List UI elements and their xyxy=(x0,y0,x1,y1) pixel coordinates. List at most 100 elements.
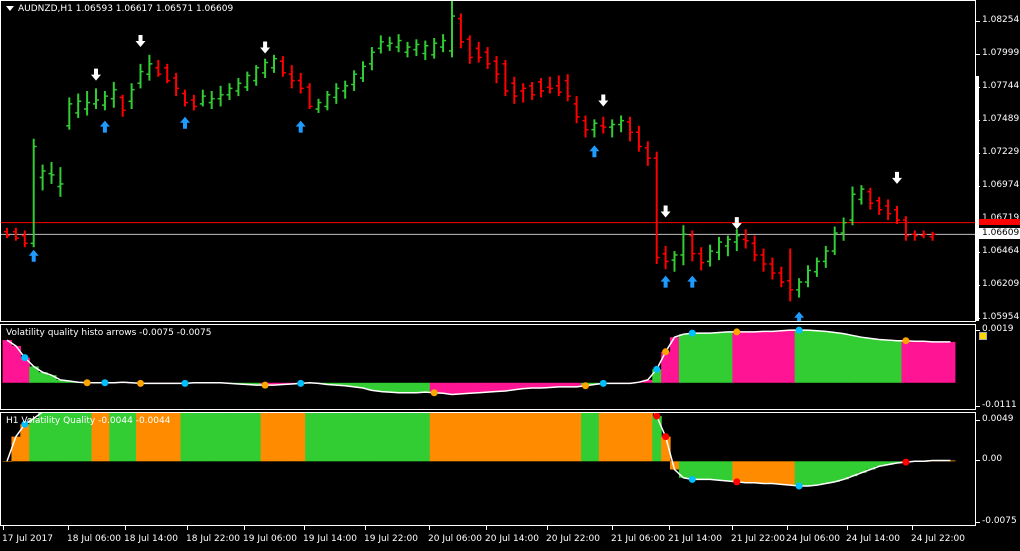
signal-dot-icon xyxy=(902,337,910,345)
buy-arrow-icon xyxy=(687,275,698,288)
histogram-bar xyxy=(750,331,760,383)
signal-dot-icon xyxy=(21,354,29,362)
signal-dot-icon xyxy=(662,433,670,441)
time-axis-label: 19 Jul 14:00 xyxy=(303,534,357,544)
histogram-bar xyxy=(919,341,929,383)
buy-arrow-icon xyxy=(28,249,39,262)
time-axis-tick xyxy=(304,526,305,530)
histogram-bar xyxy=(278,413,288,462)
histogram-bar xyxy=(714,332,725,383)
histogram-bar xyxy=(598,413,609,462)
histogram-bar xyxy=(794,461,805,486)
histogram-bar xyxy=(465,382,475,394)
price-axis-label: 1.08254 xyxy=(982,15,1020,25)
histogram-bar xyxy=(465,413,475,462)
histogram-bar xyxy=(198,413,208,462)
price-axis: 1.08254 1.07999 1.07744 1.07489 1.07229 1.069… xyxy=(976,0,1020,322)
histogram-bar xyxy=(705,461,716,480)
histogram-bar xyxy=(607,413,618,462)
buy-arrow-icon xyxy=(295,120,306,133)
time-axis-label: 17 Jul 2017 xyxy=(2,534,53,544)
sell-arrow-icon xyxy=(892,171,902,184)
price-bars-svg xyxy=(1,1,975,321)
h1-volatility-quality-pane[interactable]: H1 Volatility Quality -0.0044 -0.0044 xyxy=(0,412,976,526)
histogram-bar xyxy=(251,413,262,462)
histogram-bar xyxy=(883,340,894,383)
price-axis-tick xyxy=(976,21,980,22)
sell-arrow-icon xyxy=(91,68,101,81)
histogram-bar xyxy=(705,333,716,383)
time-axis-label: 24 Jul 14:00 xyxy=(846,534,900,544)
signal-dot-icon xyxy=(181,379,189,387)
indicator2-axis: 0.0049 0.00 -0.0075 xyxy=(976,412,1020,526)
histogram-bar xyxy=(11,436,21,462)
time-axis-label: 20 Jul 06:00 xyxy=(428,534,482,544)
time-axis-label: 24 Jul 06:00 xyxy=(786,534,840,544)
histogram-bar xyxy=(785,461,796,486)
histogram-bar xyxy=(928,341,938,383)
histogram-bar xyxy=(189,413,199,462)
histogram-bar xyxy=(20,424,30,462)
chart-shift-marker[interactable] xyxy=(976,76,979,321)
time-axis-label: 20 Jul 14:00 xyxy=(485,534,539,544)
histogram-bar xyxy=(750,461,760,483)
signal-dot-icon xyxy=(137,379,144,387)
dropdown-triangle-icon[interactable] xyxy=(6,6,14,11)
histogram-bar xyxy=(411,382,422,393)
time-axis: 17 Jul 2017 18 Jul 06:00 18 Jul 14:00 18 Ju… xyxy=(0,526,1020,551)
histogram-bar xyxy=(287,413,297,462)
histogram-bar xyxy=(856,337,867,383)
time-axis-tick xyxy=(125,526,126,530)
histogram-bar xyxy=(500,413,511,462)
histogram-bar xyxy=(812,330,822,383)
time-axis-tick xyxy=(669,526,670,530)
buy-arrow-icon xyxy=(660,275,671,288)
histogram-bar xyxy=(527,382,538,389)
histogram-bar xyxy=(545,413,555,462)
time-axis-tick xyxy=(486,526,487,530)
time-axis-tick xyxy=(847,526,848,530)
histogram-bar xyxy=(714,461,725,481)
time-axis-tick xyxy=(547,526,548,530)
histogram-bar xyxy=(322,413,333,462)
time-axis-label: 21 Jul 22:00 xyxy=(731,534,785,544)
histogram-bar xyxy=(296,413,306,462)
histogram-bar xyxy=(803,330,814,383)
histogram-bar xyxy=(839,461,849,480)
time-axis-label: 19 Jul 22:00 xyxy=(364,534,418,544)
indicator-axis-label: 0.0049 xyxy=(982,414,1014,424)
price-axis-tick xyxy=(976,53,980,55)
sell-arrow-icon xyxy=(260,41,271,54)
histogram-bar xyxy=(447,382,458,395)
histogram-bar xyxy=(634,413,644,462)
indicator-axis-tick xyxy=(976,420,980,421)
histogram-bar xyxy=(385,413,395,462)
histogram-bar xyxy=(848,335,858,383)
indicator-level-marker-icon[interactable] xyxy=(979,332,987,340)
price-axis-label: 1.07744 xyxy=(982,80,1020,91)
histogram-bar xyxy=(438,382,449,394)
histogram-bar xyxy=(812,461,822,486)
histogram-bar xyxy=(376,382,386,392)
histogram-bar xyxy=(723,461,733,482)
histogram-bar xyxy=(581,413,591,462)
histogram-bar xyxy=(305,413,315,462)
signal-dot-icon xyxy=(582,382,589,390)
time-axis-label: 18 Jul 06:00 xyxy=(67,534,121,544)
histogram-bar xyxy=(420,413,431,462)
indicator-axis-tick xyxy=(976,406,980,407)
histogram-bar xyxy=(767,331,778,383)
time-axis-label: 21 Jul 14:00 xyxy=(668,534,722,544)
histogram-bar xyxy=(456,413,466,462)
buy-arrow-icon xyxy=(180,116,190,129)
price-chart-pane[interactable]: AUDNZD,H1 1.06593 1.06617 1.06571 1.0660… xyxy=(0,0,976,322)
price-axis-label: 1.06974 xyxy=(982,180,1020,191)
histogram-bar xyxy=(358,413,369,462)
volatility-histo-arrows-pane[interactable]: Volatility quality histo arrows -0.0075 … xyxy=(0,324,976,410)
buy-arrow-icon xyxy=(99,120,110,133)
indicator-axis-label: -0.0111 xyxy=(982,400,1017,410)
time-axis-label: 18 Jul 14:00 xyxy=(124,534,178,544)
price-axis-label: 1.05954 xyxy=(982,312,1020,322)
histogram-bar xyxy=(509,413,520,462)
signal-dot-icon xyxy=(902,458,910,466)
